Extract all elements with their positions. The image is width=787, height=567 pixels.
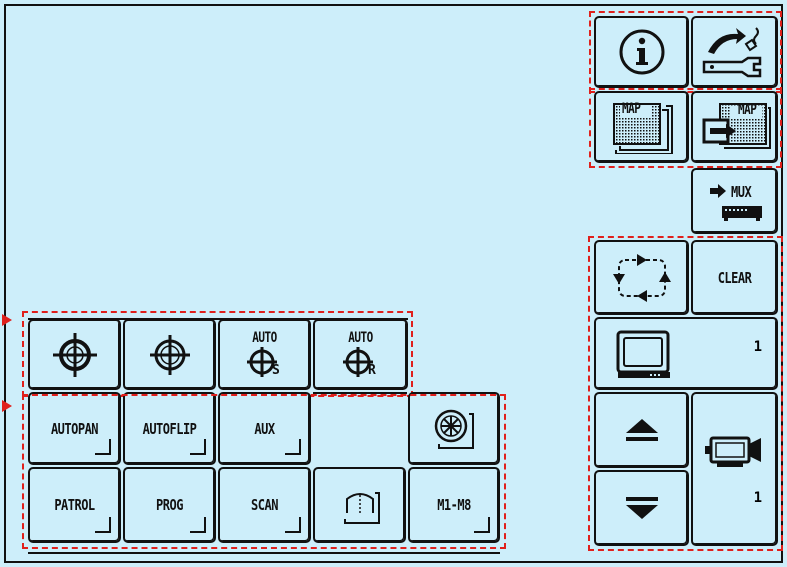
monitor-select-button[interactable]: 1 [594, 317, 778, 390]
wiper-button[interactable] [408, 392, 500, 465]
auto-r-suffix: R [368, 363, 376, 378]
map-icon [612, 103, 673, 154]
map-export-label: MAP [738, 101, 757, 118]
autoflip-label: AUTOFLIP [142, 419, 197, 438]
autopan-button[interactable]: AUTOPAN [28, 392, 121, 465]
preset-goto-button[interactable] [28, 319, 121, 390]
info-icon [619, 29, 664, 75]
scan-label: SCAN [251, 496, 278, 514]
auto-s-suffix: S [272, 363, 280, 378]
triangle-up-icon [625, 419, 658, 441]
wrench-settings-icon [702, 27, 761, 78]
monitor-number: 1 [753, 339, 762, 355]
bottom-line [28, 552, 500, 554]
triangle-down-icon [625, 497, 658, 519]
target-icon [52, 332, 97, 377]
patrol-button[interactable]: PATROL [28, 467, 121, 543]
auto-r-label: AUTO [348, 329, 373, 346]
m1-m8-label: M1-M8 [437, 496, 471, 514]
clear-button[interactable]: CLEAR [691, 240, 778, 315]
function-pointer-arrow [2, 400, 12, 412]
camera-select-button[interactable]: 1 [691, 392, 778, 546]
preset-set-button[interactable] [123, 319, 216, 390]
camera-down-button[interactable] [594, 470, 689, 546]
auto-s-button[interactable]: AUTO S [218, 319, 311, 390]
preset-pointer-arrow [2, 314, 12, 326]
empty-slot-line [313, 392, 407, 394]
map-export-icon [702, 103, 771, 149]
control-screen: MAP MAP MUX CLEAR 1 1 AUTO S AUTO R AUTO… [0, 0, 787, 567]
autoflip-button[interactable]: AUTOFLIP [123, 392, 216, 465]
prog-button[interactable]: PROG [123, 467, 216, 543]
map-button[interactable]: MAP [594, 91, 689, 163]
info-button[interactable] [594, 16, 689, 88]
monitor-icon [616, 330, 670, 378]
map-export-button[interactable]: MAP [691, 91, 778, 163]
wiper-icon [434, 409, 474, 449]
camera-icon [705, 436, 761, 467]
auto-scan-target-icon: S [246, 347, 280, 378]
scan-button[interactable]: SCAN [218, 467, 311, 543]
auto-s-label: AUTO [252, 329, 277, 346]
aux-label: AUX [254, 419, 275, 438]
sequence-button[interactable] [594, 240, 689, 315]
m1-m8-button[interactable]: M1-M8 [408, 467, 500, 543]
settings-button[interactable] [691, 16, 778, 88]
camera-up-button[interactable] [594, 392, 689, 468]
mux-button[interactable]: MUX [691, 168, 778, 234]
camera-number: 1 [753, 490, 762, 506]
prog-label: PROG [156, 496, 183, 514]
target-set-icon [149, 334, 190, 375]
iris-button[interactable] [313, 467, 406, 543]
patrol-label: PATROL [54, 496, 95, 514]
clear-label: CLEAR [717, 268, 752, 287]
sequence-loop-icon [612, 253, 671, 302]
arch-icon [343, 492, 380, 524]
auto-r-button[interactable]: AUTO R [313, 319, 408, 390]
aux-button[interactable]: AUX [218, 392, 311, 465]
mux-label: MUX [731, 183, 752, 201]
map-label: MAP [622, 100, 641, 117]
autopan-label: AUTOPAN [50, 419, 99, 438]
auto-run-target-icon: R [342, 347, 376, 378]
